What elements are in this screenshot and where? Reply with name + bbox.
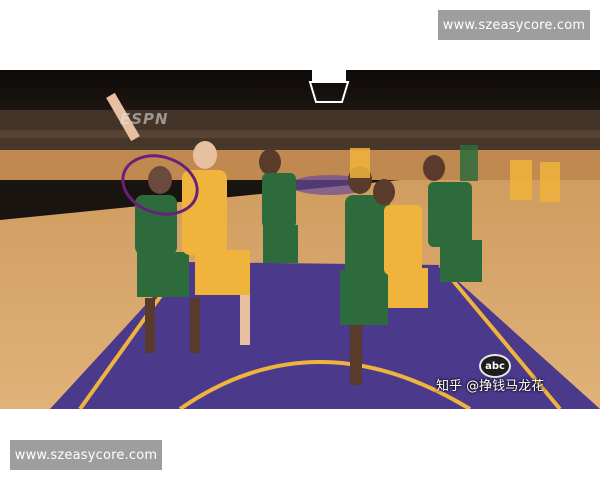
backboard bbox=[312, 70, 346, 82]
espn-logo: ESPN bbox=[120, 110, 169, 128]
watermark-top: www.szeasycore.com bbox=[438, 10, 590, 40]
basketball-photo: ESPN abc 知乎 @挣钱马龙花 bbox=[0, 70, 600, 409]
image-credit: 知乎 @挣钱马龙花 bbox=[436, 379, 545, 394]
photo-scene bbox=[0, 70, 600, 409]
watermark-bottom: www.szeasycore.com bbox=[10, 440, 162, 470]
